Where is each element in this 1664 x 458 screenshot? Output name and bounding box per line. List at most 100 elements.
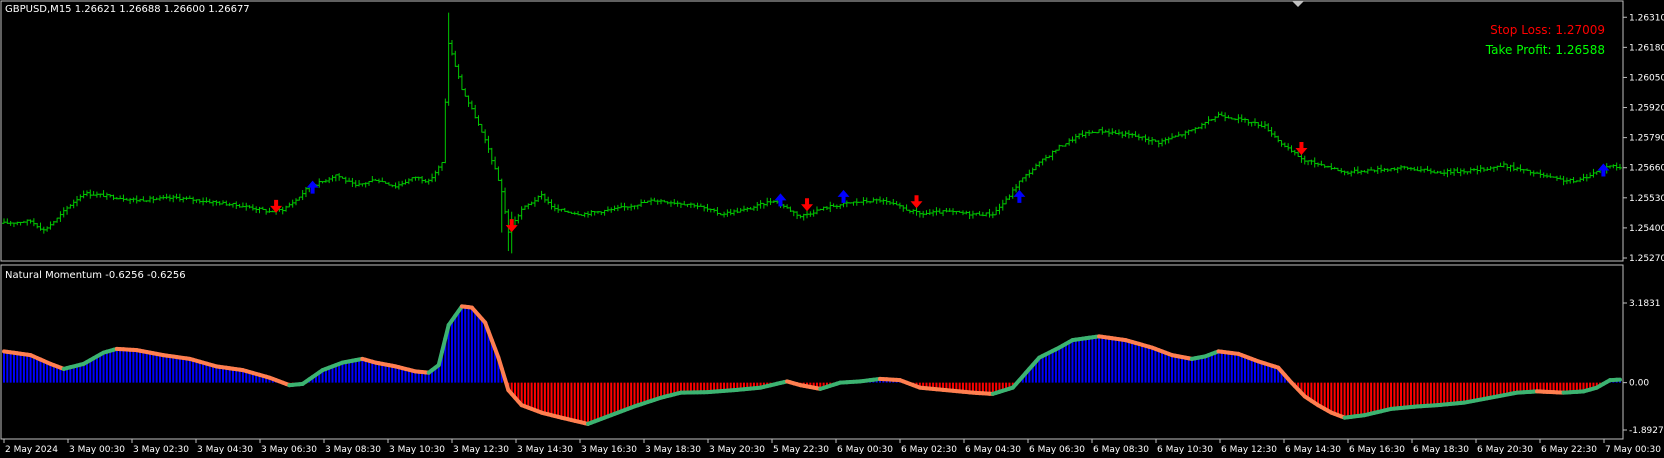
price-bar [605, 206, 610, 212]
price-bar [741, 205, 746, 212]
price-bar [542, 193, 547, 203]
price-bar [1448, 168, 1453, 175]
price-bar [1359, 170, 1364, 175]
price-bar [1355, 166, 1360, 175]
price-bar [556, 204, 561, 213]
price-tick-label: 1.26050 [1629, 73, 1664, 83]
buy-arrow-icon [1013, 189, 1026, 203]
time-tick-label: 3 May 20:30 [709, 445, 765, 455]
time-tick-label: 3 May 06:30 [261, 445, 317, 455]
time-tick-label: 3 May 04:30 [197, 445, 253, 455]
price-bar [230, 202, 235, 208]
price-bar [1030, 167, 1035, 175]
price-bar [459, 74, 464, 91]
price-bar [357, 180, 362, 187]
price-bar [702, 205, 707, 212]
price-axis: 1.26310 1.26180 1.26050 1.25920 1.25790 1.256… [1623, 13, 1664, 264]
price-bar [745, 207, 750, 212]
price-bar [864, 197, 869, 204]
price-bar [1176, 131, 1181, 137]
price-bar [931, 209, 936, 217]
price-bar [1518, 164, 1523, 172]
price-bar [728, 208, 733, 216]
time-tick-label: 6 May 10:30 [1157, 445, 1213, 455]
price-bar [751, 205, 756, 211]
symbol-header: GBPUSD,M15 1.26621 1.26688 1.26600 1.266… [5, 4, 250, 15]
price-bar [317, 178, 322, 188]
price-bar [1498, 162, 1503, 168]
price-bar [443, 98, 448, 164]
price-bar [970, 210, 975, 219]
price-bar [1269, 126, 1274, 137]
price-bar [1276, 135, 1281, 143]
price-bar [1349, 170, 1354, 177]
main-panel-border [0, 0, 1624, 262]
price-tick-label: 1.25790 [1629, 134, 1664, 144]
price-bar [217, 201, 222, 206]
price-bar [164, 193, 169, 200]
price-tick-label: 1.25270 [1629, 254, 1664, 264]
price-bar [1070, 136, 1075, 143]
time-tick-label: 5 May 22:30 [773, 445, 829, 455]
sell-arrow-icon [801, 198, 814, 212]
price-bar [2, 218, 6, 224]
price-bar [874, 198, 879, 204]
price-tick-label: 1.26310 [1629, 13, 1664, 23]
price-bar [1611, 164, 1616, 169]
price-bar [171, 194, 176, 203]
price-bar [294, 198, 299, 206]
price-bar [1014, 184, 1019, 193]
time-tick-label: 6 May 20:30 [1477, 445, 1533, 455]
price-bar [917, 210, 922, 218]
price-bar [1302, 155, 1307, 165]
time-tick-label: 6 May 18:30 [1413, 445, 1469, 455]
price-bar [725, 209, 730, 217]
price-bar [333, 174, 338, 182]
price-bar [350, 177, 355, 187]
time-tick-label: 3 May 14:30 [517, 445, 573, 455]
price-bar [629, 203, 634, 211]
price-bar [987, 208, 992, 218]
price-bar [649, 197, 654, 206]
price-bar [1163, 137, 1168, 145]
price-bar [449, 40, 454, 56]
price-bar [927, 209, 932, 216]
price-bar [1252, 118, 1257, 126]
price-bar [300, 190, 305, 201]
indicator-tick-label: 3.1831 [1629, 299, 1661, 309]
price-bar [1219, 111, 1224, 117]
price-bar [1166, 136, 1171, 144]
price-bar [891, 198, 896, 206]
price-bar [486, 135, 491, 153]
price-bar [244, 202, 249, 211]
chart-shift-marker[interactable] [1292, 1, 1304, 7]
price-bar [944, 208, 949, 213]
price-bar [1339, 168, 1344, 174]
time-tick-label: 6 May 02:30 [901, 445, 957, 455]
price-bar [61, 207, 66, 218]
price-bar [1445, 168, 1450, 178]
indicator-tick-label: -1.8927 [1629, 426, 1664, 436]
price-bar [1279, 140, 1284, 147]
sell-arrow-icon [910, 195, 923, 209]
price-bar [250, 204, 255, 211]
price-bar [715, 207, 720, 216]
price-bar [327, 177, 332, 184]
price-bar [828, 201, 833, 213]
price-bar [1382, 168, 1387, 172]
price-bar [1428, 168, 1433, 175]
price-bar [519, 206, 524, 220]
price-bar [901, 205, 906, 212]
price-bar [1458, 168, 1463, 177]
price-bar [589, 210, 594, 217]
price-bar [1239, 114, 1244, 123]
price-bar [469, 100, 474, 110]
price-bar [997, 203, 1002, 215]
price-bar [65, 205, 70, 215]
price-bar [1571, 177, 1576, 184]
price-bar [924, 210, 929, 216]
price-bar [479, 123, 484, 133]
price-bar [499, 178, 504, 233]
time-tick-label: 3 May 02:30 [133, 445, 189, 455]
indicator-header: Natural Momentum -0.6256 -0.6256 [5, 270, 186, 281]
